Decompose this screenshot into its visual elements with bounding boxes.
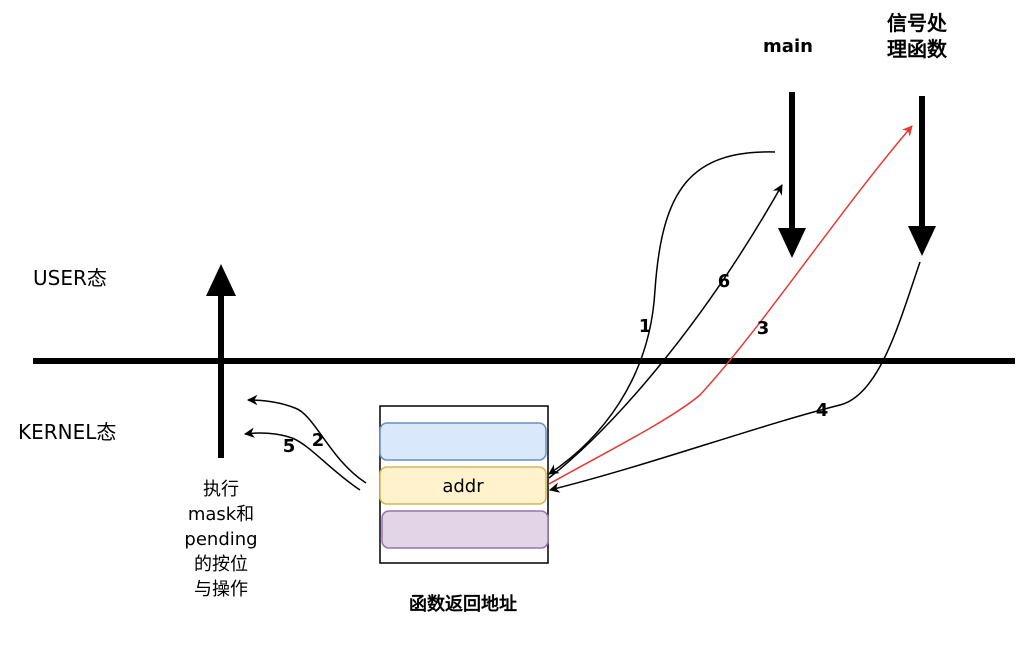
kernel-mode-label: KERNEL态 — [18, 420, 116, 444]
diagram-canvas: USER态 KERNEL态 main 信号处 理函数 执行 mask和 pend… — [18, 11, 1015, 615]
signal-handler-flow-arrow — [908, 96, 936, 256]
svg-text:的按位: 的按位 — [194, 554, 248, 575]
stack-caption: 函数返回地址 — [409, 593, 517, 615]
svg-text:pending: pending — [184, 529, 257, 550]
step-1-arrow — [548, 151, 776, 475]
svg-text:执行: 执行 — [203, 479, 239, 500]
step-2-arrow — [246, 394, 367, 484]
user-mode-label: USER态 — [33, 266, 107, 290]
kernel-action-text: 执行 mask和 pending 的按位 与操作 — [184, 479, 257, 600]
signal-handler-label-line2: 理函数 — [887, 37, 948, 61]
stack-slot-bottom — [381, 510, 549, 549]
main-flow-arrow — [778, 92, 806, 258]
step-5-label: 5 — [283, 436, 296, 457]
main-label: main — [763, 36, 813, 57]
step-4-label: 4 — [816, 400, 829, 421]
svg-text:与操作: 与操作 — [194, 579, 248, 600]
stack-slot-top — [379, 422, 547, 461]
step-3-arrow — [548, 125, 913, 485]
step-5-arrow — [243, 427, 361, 491]
step-2-label: 2 — [312, 430, 325, 451]
signal-handler-label-line1: 信号处 — [887, 11, 948, 35]
step-1-label: 1 — [639, 316, 652, 337]
step-4-arrow — [548, 261, 921, 493]
svg-text:mask和: mask和 — [188, 504, 254, 525]
step-3-label: 3 — [757, 318, 770, 339]
addr-label: addr — [442, 476, 484, 497]
step-6-label: 6 — [718, 271, 731, 292]
step-6-arrow — [548, 184, 783, 479]
